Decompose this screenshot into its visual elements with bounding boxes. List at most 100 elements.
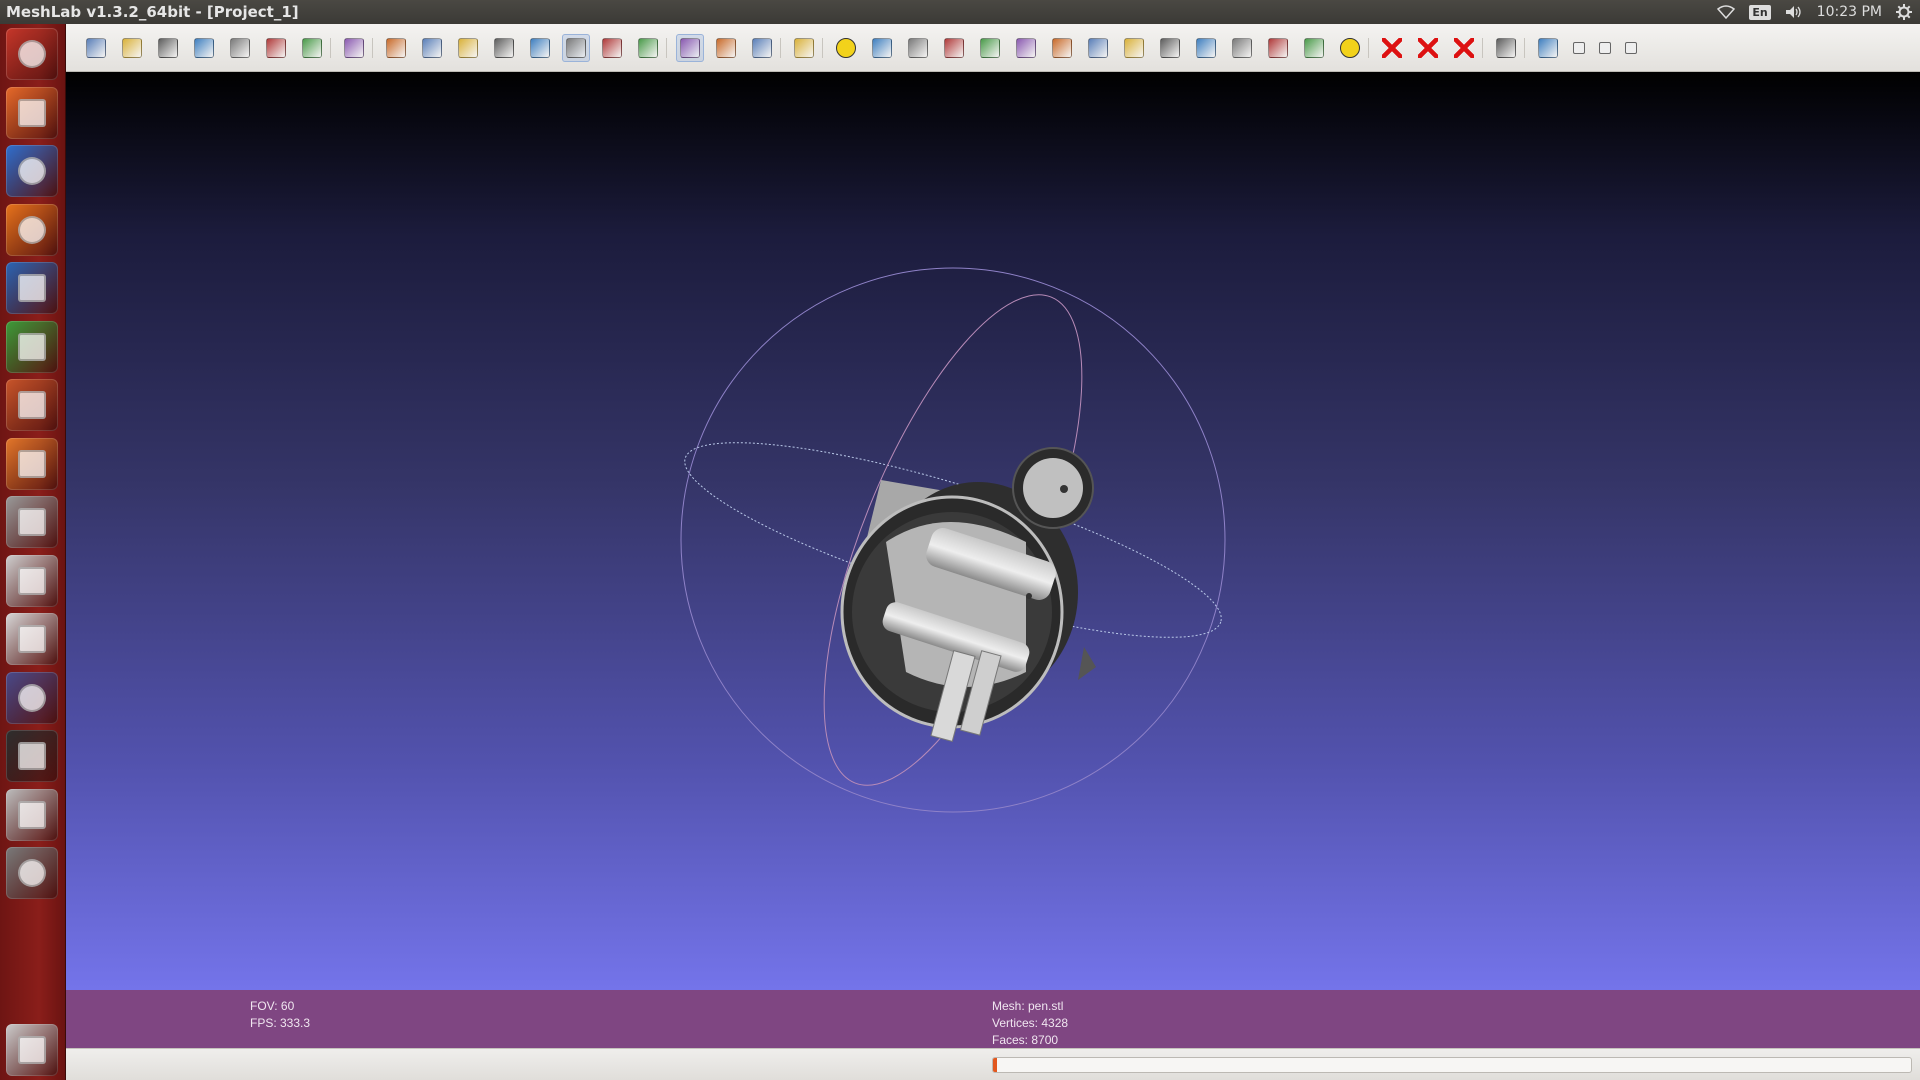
toolbar-select-faces-button[interactable] bbox=[1228, 34, 1256, 62]
toolbar-paint-brush-button[interactable] bbox=[976, 34, 1004, 62]
toolbar-open-project-button[interactable] bbox=[118, 34, 146, 62]
mesh-info: Mesh: pen.stl Vertices: 4328 Faces: 8700 bbox=[992, 998, 1068, 1049]
toolbar-backface-button[interactable] bbox=[748, 34, 776, 62]
toolbar-window-close-button[interactable] bbox=[1622, 34, 1640, 62]
toolbar-pen-brush-button[interactable] bbox=[1012, 34, 1040, 62]
toolbar-color-palette-button[interactable] bbox=[868, 34, 896, 62]
calc-glyph bbox=[18, 332, 46, 361]
toolbar-measure-button[interactable] bbox=[940, 34, 968, 62]
toolbar-window-restore-button[interactable] bbox=[1596, 34, 1614, 62]
toolbar-export-mesh-button[interactable] bbox=[226, 34, 254, 62]
open-project-icon bbox=[122, 38, 142, 58]
launcher-files-icon[interactable] bbox=[6, 86, 58, 139]
toolbar-info-button[interactable] bbox=[1336, 34, 1364, 62]
toolbar-new-project-button[interactable] bbox=[82, 34, 110, 62]
launcher-impress-icon[interactable] bbox=[6, 379, 58, 431]
texture-view-icon bbox=[638, 38, 658, 58]
toolbar-layers-button[interactable] bbox=[298, 34, 326, 62]
launcher-eclipse-icon[interactable] bbox=[6, 671, 58, 724]
select-faces-icon bbox=[1232, 38, 1252, 58]
toolbar-select-connected-button[interactable] bbox=[1264, 34, 1292, 62]
toolbar-light-button[interactable] bbox=[676, 34, 704, 62]
launcher-chromium-icon[interactable] bbox=[6, 145, 58, 197]
toolbar-points-view-button[interactable] bbox=[418, 34, 446, 62]
system-settings-glyph bbox=[18, 508, 46, 536]
launcher-firefox-icon[interactable] bbox=[6, 203, 58, 256]
toolbar-separator bbox=[822, 38, 823, 58]
info-icon bbox=[1340, 38, 1360, 58]
launcher-drive-icon[interactable] bbox=[6, 554, 58, 607]
keyboard-layout-indicator[interactable]: En bbox=[1749, 2, 1771, 22]
eye-of-gnome-glyph bbox=[18, 859, 46, 887]
launcher-eye-of-gnome-icon[interactable] bbox=[6, 847, 58, 899]
ubuntu-dash-glyph bbox=[18, 40, 46, 68]
toolbar-delete-faces-button[interactable] bbox=[1414, 34, 1442, 62]
mesh-pen[interactable] bbox=[840, 447, 1096, 742]
pen-brush-icon bbox=[1016, 38, 1036, 58]
toolbar-annotation-A-button[interactable] bbox=[832, 34, 860, 62]
launcher-writer-icon[interactable] bbox=[6, 262, 58, 314]
toolbar-wireframe-view-button[interactable] bbox=[454, 34, 482, 62]
toolbar-delete-selection-button[interactable] bbox=[1450, 34, 1478, 62]
eclipse-glyph bbox=[18, 683, 46, 712]
toolbar-reload-button[interactable] bbox=[190, 34, 218, 62]
toolbar-delete-vertices-button[interactable] bbox=[1378, 34, 1406, 62]
toolbar-snapshot-button[interactable] bbox=[262, 34, 290, 62]
layers-icon bbox=[302, 38, 322, 58]
scene-render[interactable] bbox=[66, 72, 1920, 990]
toolbar-zoom-button[interactable] bbox=[1492, 34, 1520, 62]
toolbar-color-mesh-button[interactable] bbox=[1156, 34, 1184, 62]
toolbar-eye-button[interactable] bbox=[1534, 34, 1562, 62]
drive-glyph bbox=[18, 566, 46, 595]
files-glyph bbox=[18, 98, 46, 127]
toolbar-select-vertices-button[interactable] bbox=[1192, 34, 1220, 62]
toolbar-hidden-lines-view-button[interactable] bbox=[490, 34, 518, 62]
toolbar-import-mesh-button[interactable] bbox=[154, 34, 182, 62]
flat-lines-view-icon bbox=[530, 38, 550, 58]
color-mesh-icon bbox=[1160, 38, 1180, 58]
wifi-icon[interactable] bbox=[1717, 2, 1736, 22]
annotation-A-icon bbox=[836, 38, 856, 58]
mesh-cap-inner bbox=[1023, 458, 1083, 518]
volume-icon[interactable] bbox=[1785, 2, 1803, 22]
launcher-text-editor-icon[interactable] bbox=[6, 613, 58, 665]
export-mesh-icon bbox=[230, 38, 250, 58]
toolbar-texture-view-button[interactable] bbox=[634, 34, 662, 62]
fps-label: FPS: 333.3 bbox=[250, 1016, 311, 1030]
firefox-glyph bbox=[18, 215, 46, 244]
wireframe-view-icon bbox=[458, 38, 478, 58]
toolbar-flat-view-button[interactable] bbox=[562, 34, 590, 62]
toolbar-separator bbox=[372, 38, 373, 58]
mesh-cap-hole bbox=[1060, 485, 1068, 493]
launcher-scanner-icon[interactable] bbox=[6, 788, 58, 841]
toolbar-window-minimize-button[interactable] bbox=[1570, 34, 1588, 62]
toolbar-smooth-view-button[interactable] bbox=[598, 34, 626, 62]
select-connected-icon bbox=[1268, 38, 1288, 58]
toolbar-trackball-button[interactable] bbox=[790, 34, 818, 62]
toolbar-screen-capture-button[interactable] bbox=[1300, 34, 1328, 62]
smooth-view-icon bbox=[602, 38, 622, 58]
toolbar-double-side-lighting-button[interactable] bbox=[712, 34, 740, 62]
gear-icon[interactable] bbox=[1896, 2, 1912, 22]
toolbar-stereo-button[interactable] bbox=[340, 34, 368, 62]
launcher-ubuntu-dash-icon[interactable] bbox=[6, 28, 58, 80]
render-info: FOV: 60 FPS: 333.3 bbox=[250, 998, 310, 1032]
launcher-system-settings-icon[interactable] bbox=[6, 496, 58, 548]
3d-viewport[interactable] bbox=[66, 72, 1920, 990]
points-view-icon bbox=[422, 38, 442, 58]
toolbar-bbox-view-button[interactable] bbox=[382, 34, 410, 62]
clock[interactable]: 10:23 PM bbox=[1817, 2, 1882, 22]
launcher-software-center-icon[interactable] bbox=[6, 437, 58, 490]
scanner-glyph bbox=[18, 800, 46, 829]
toolbar-flat-lines-view-button[interactable] bbox=[526, 34, 554, 62]
toolbar-pdf-tool-button[interactable] bbox=[1048, 34, 1076, 62]
toolbar-align-2-button[interactable] bbox=[1120, 34, 1148, 62]
window-restore-icon bbox=[1599, 42, 1611, 54]
launcher bbox=[0, 24, 66, 1080]
launcher-terminal-icon[interactable] bbox=[6, 730, 58, 782]
toolbar-align-1-button[interactable] bbox=[1084, 34, 1112, 62]
toolbar-sphere-filter-button[interactable] bbox=[904, 34, 932, 62]
hidden-lines-view-icon bbox=[494, 38, 514, 58]
launcher-trash-icon[interactable] bbox=[6, 1024, 58, 1076]
launcher-calc-icon[interactable] bbox=[6, 320, 58, 373]
